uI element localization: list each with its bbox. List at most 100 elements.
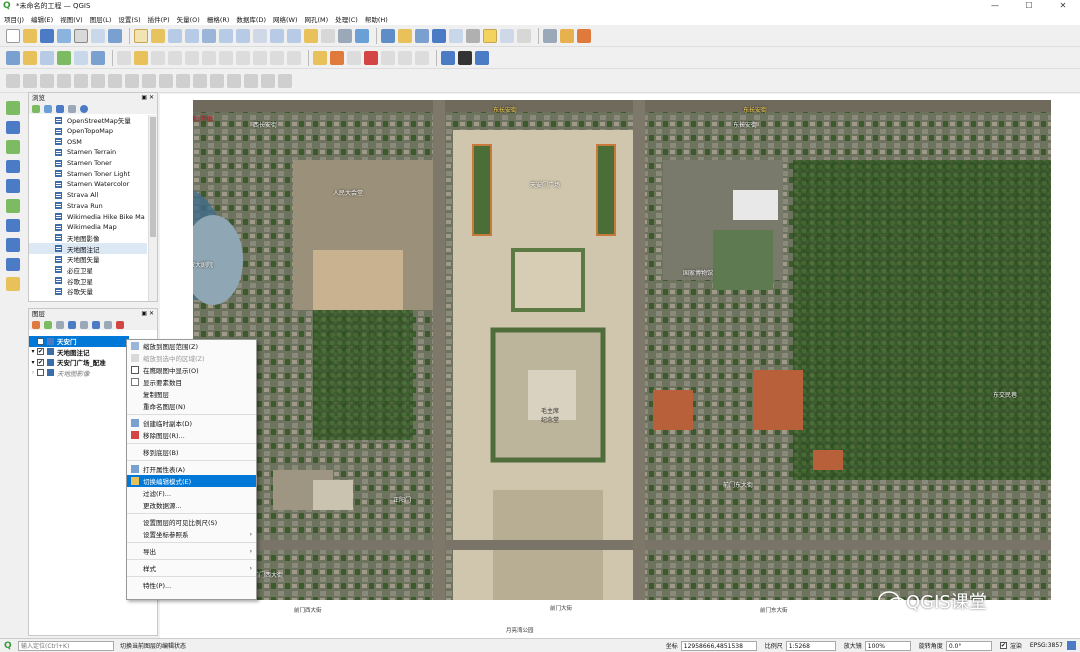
new-layer-icon[interactable]: [23, 50, 37, 65]
add-vector-layer-icon[interactable]: [6, 101, 20, 115]
save-as-icon[interactable]: [57, 28, 71, 43]
layout-manager-icon[interactable]: [91, 28, 105, 43]
offset-points-icon[interactable]: [261, 73, 275, 88]
browser-item[interactable]: 谷歌矢量: [29, 286, 147, 297]
locator-search-input[interactable]: 输入定位(Ctrl+K): [18, 640, 114, 651]
expand-arrow-icon[interactable]: ›: [29, 369, 37, 376]
visibility-icon[interactable]: [56, 320, 64, 329]
menu-item-filter[interactable]: 过滤(F)...: [127, 487, 256, 499]
browser-item[interactable]: 天地图注记: [29, 243, 147, 254]
menu-plugins[interactable]: 插件(P): [148, 14, 170, 24]
paste-icon[interactable]: [253, 50, 267, 65]
add-raster-icon[interactable]: [57, 50, 71, 65]
split-features-icon[interactable]: [176, 73, 190, 88]
menu-item-toggle-editing[interactable]: 切换编辑模式(E): [127, 475, 256, 487]
add-vector-icon[interactable]: [40, 50, 54, 65]
menu-item-remove-layer[interactable]: 移除图层(R)...: [127, 429, 256, 441]
menu-vector[interactable]: 矢量(O): [177, 14, 200, 24]
add-wms-layer-icon[interactable]: [6, 218, 20, 233]
layer-item[interactable]: ✔ 天安门: [29, 336, 129, 347]
browser-item[interactable]: Stamen Toner Light: [29, 168, 147, 179]
zoom-in-icon[interactable]: [168, 28, 182, 43]
browser-item[interactable]: Strava All: [29, 190, 147, 201]
plugin-icon[interactable]: [577, 28, 591, 43]
add-raster-layer-icon[interactable]: [6, 120, 20, 135]
toggle-editing-icon[interactable]: [134, 50, 148, 65]
collapse-all-icon[interactable]: [68, 104, 76, 113]
style-panel-icon[interactable]: [32, 320, 40, 329]
zoom-full-icon[interactable]: [202, 28, 216, 43]
add-ring-icon[interactable]: [57, 73, 71, 88]
menu-item-duplicate-layer[interactable]: 复制图层: [127, 388, 256, 400]
render-checkbox[interactable]: ✔: [999, 642, 1007, 649]
browser-item[interactable]: 天地图矢量: [29, 254, 147, 265]
menu-item-properties[interactable]: 特性(P)...: [127, 579, 256, 591]
delete-selected-icon[interactable]: [202, 50, 216, 65]
move-label-icon[interactable]: [381, 50, 395, 65]
zoom-last-icon[interactable]: [270, 28, 284, 43]
expand-all-icon[interactable]: [92, 320, 100, 329]
layer-checkbox[interactable]: [37, 369, 44, 377]
advanced-digitize-icon[interactable]: [6, 73, 20, 88]
label-icon[interactable]: [313, 50, 327, 65]
save-project-icon[interactable]: [40, 28, 54, 43]
zoom-next-icon[interactable]: [287, 28, 301, 43]
menu-view[interactable]: 视图(V): [60, 14, 83, 24]
browser-item[interactable]: 天地图影像: [29, 233, 147, 244]
identify-icon[interactable]: [381, 28, 395, 43]
reshape-icon[interactable]: [142, 73, 156, 88]
vertex-tool-icon[interactable]: [185, 50, 199, 65]
satellite-imagery[interactable]: 东长安街 东长安街 地铁1号线 天安门广场 毛主席 纪念堂 国家博物馆 国家大剧…: [193, 100, 1051, 600]
browser-item[interactable]: Stamen Toner: [29, 158, 147, 169]
add-virtual-layer-icon[interactable]: [6, 277, 20, 291]
menu-item-set-crs[interactable]: 设置坐标参照系 ›: [127, 528, 256, 540]
layer-checkbox[interactable]: ✔: [37, 348, 44, 356]
add-selected-layers-icon[interactable]: [32, 104, 40, 113]
menu-item-move-to-bottom[interactable]: 移到底层(B): [127, 446, 256, 458]
rotate-feature-icon[interactable]: [23, 73, 37, 88]
add-feature-icon[interactable]: [168, 50, 182, 65]
browser-item[interactable]: OpenStreetMap矢量: [29, 115, 147, 126]
expand-arrow-icon[interactable]: ▾: [29, 359, 37, 366]
python-console-icon[interactable]: [441, 50, 455, 65]
processing-gear-icon[interactable]: [432, 28, 446, 43]
text-annotation-icon[interactable]: [517, 28, 531, 43]
add-postgis-icon[interactable]: [6, 159, 20, 174]
redo-icon[interactable]: [287, 50, 301, 65]
menu-database[interactable]: 数据库(D): [236, 14, 266, 24]
refresh-icon[interactable]: [355, 28, 369, 43]
simplify-icon[interactable]: [40, 73, 54, 88]
copy-icon[interactable]: [236, 50, 250, 65]
menu-item-change-data-source[interactable]: 更改数据源...: [127, 499, 256, 511]
browser-scrollbar[interactable]: [148, 115, 157, 301]
remove-layer-icon[interactable]: [116, 320, 124, 329]
add-wcs-icon[interactable]: [6, 238, 20, 252]
add-wfs-icon[interactable]: [6, 257, 20, 272]
filter-browser-icon[interactable]: [56, 104, 64, 113]
close-button[interactable]: ✕: [1046, 0, 1080, 12]
minimize-button[interactable]: —: [978, 0, 1012, 12]
show-bookmarks-icon[interactable]: [321, 28, 335, 43]
new-print-layout-icon[interactable]: [74, 28, 88, 43]
coordinate-field[interactable]: 12958666,4851538: [680, 640, 757, 651]
refresh-browser-icon[interactable]: [44, 104, 52, 113]
menu-item-rename-layer[interactable]: 重命名图层(N): [127, 400, 256, 412]
add-delimited-text-icon[interactable]: [6, 140, 20, 154]
merge-features-icon[interactable]: [210, 73, 224, 88]
undo-icon[interactable]: [270, 50, 284, 65]
temporal-icon[interactable]: [338, 28, 352, 43]
layer-checkbox[interactable]: ✔: [37, 358, 44, 366]
cut-icon[interactable]: [219, 50, 233, 65]
statistics-sum-icon[interactable]: [449, 28, 463, 43]
menu-item-zoom-to-layer[interactable]: 缩放到图层范围(Z): [127, 340, 256, 352]
python-icon[interactable]: [475, 50, 489, 65]
menu-layer[interactable]: 图层(L): [90, 14, 112, 24]
zoom-native-icon[interactable]: [253, 28, 267, 43]
pan-icon[interactable]: [134, 28, 148, 43]
browser-item[interactable]: Stamen Terrain: [29, 147, 147, 158]
properties-info-icon[interactable]: [80, 104, 88, 113]
menu-raster[interactable]: 栅格(R): [207, 14, 230, 24]
add-mssql-icon[interactable]: [6, 198, 20, 213]
rotation-spinbox[interactable]: 0.0°: [945, 640, 992, 651]
menu-item-show-in-overview[interactable]: 在鹰眼图中显示(O): [127, 364, 256, 376]
